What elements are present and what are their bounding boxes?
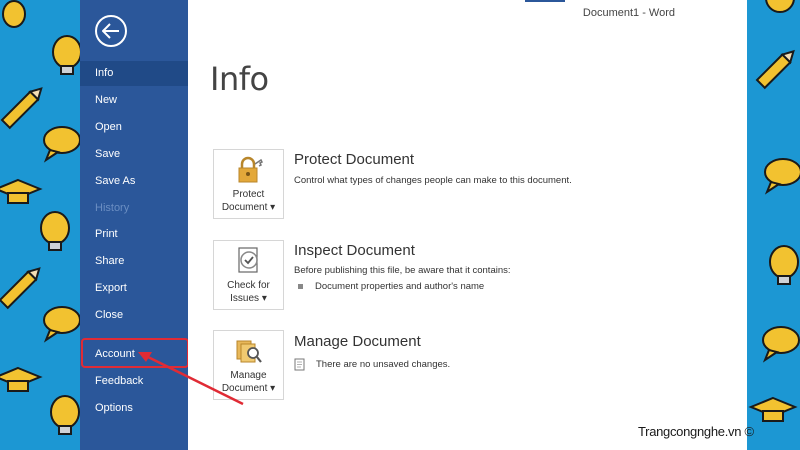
manage-document-title: Manage Document	[294, 333, 421, 350]
speech-bubble-icon	[762, 326, 800, 363]
nav-item-info[interactable]: Info	[80, 61, 188, 86]
tile-label-line1: Check for	[227, 280, 270, 291]
inspect-document-desc: Before publishing this file, be aware th…	[294, 265, 511, 276]
protect-document-button[interactable]: Protect Document ▾	[213, 149, 284, 219]
nav-item-save-as[interactable]: Save As	[80, 169, 188, 194]
manage-document-status: There are no unsaved changes.	[294, 358, 450, 371]
lightbulb-icon	[50, 395, 80, 435]
lightbulb-icon	[769, 245, 799, 285]
status-text: There are no unsaved changes.	[316, 359, 451, 370]
lock-key-icon	[238, 156, 263, 183]
bullet-text: Document properties and author's name	[315, 281, 485, 292]
lightbulb-icon	[765, 0, 795, 13]
speech-bubble-icon	[764, 158, 800, 195]
nav-item-close[interactable]: Close	[80, 303, 188, 328]
inspect-document-bullet: Document properties and author's name	[298, 281, 484, 292]
speech-bubble-icon	[43, 126, 80, 163]
manage-document-button[interactable]: Manage Document ▾	[213, 330, 284, 400]
inspect-document-title: Inspect Document	[294, 242, 415, 259]
tile-label-line2: Issues ▾	[230, 293, 267, 304]
background-pattern-right	[747, 0, 800, 450]
nav-item-print[interactable]: Print	[80, 222, 188, 247]
nav-item-open[interactable]: Open	[80, 115, 188, 140]
nav-item-new[interactable]: New	[80, 88, 188, 113]
backstage-nav: Info New Open Save Save As History Print…	[80, 0, 189, 450]
nav-item-options[interactable]: Options	[80, 396, 188, 421]
lightbulb-icon	[40, 211, 70, 251]
info-pane: Document1 - Word Info Protect Document ▾…	[188, 0, 747, 450]
checklist-icon	[237, 247, 258, 273]
documents-search-icon	[236, 340, 262, 363]
pencil-icon	[755, 49, 795, 90]
background-pattern-left	[0, 0, 80, 450]
graduation-cap-icon	[0, 366, 43, 392]
nav-item-share[interactable]: Share	[80, 249, 188, 274]
top-accent-bar	[525, 0, 565, 2]
tile-label-line1: Manage	[230, 370, 267, 381]
lightbulb-icon	[2, 0, 26, 28]
doodle-pattern	[748, 0, 800, 422]
nav-item-export[interactable]: Export	[80, 276, 188, 301]
protect-document-title: Protect Document	[294, 151, 415, 168]
account-highlight-box	[81, 338, 189, 368]
page-title: Info	[210, 60, 269, 98]
back-arrow-icon	[102, 23, 119, 39]
lightbulb-icon	[52, 35, 80, 75]
tile-label-line2: Document ▾	[221, 383, 276, 394]
protect-document-desc: Control what types of changes people can…	[294, 175, 572, 186]
speech-bubble-icon	[43, 306, 80, 343]
bullet-square-icon	[298, 284, 303, 289]
document-status-icon	[294, 358, 305, 371]
tile-label-line1: Protect	[232, 189, 265, 200]
window-title: Document1 - Word	[582, 7, 675, 19]
pencil-icon	[0, 87, 43, 130]
nav-item-history: History	[95, 202, 130, 214]
tile-label-line2: Document ▾	[221, 202, 276, 213]
doodle-pattern	[0, 0, 80, 435]
watermark: Trangcongnghe.vn ©	[638, 424, 754, 439]
nav-item-save[interactable]: Save	[80, 142, 188, 167]
nav-item-feedback[interactable]: Feedback	[80, 369, 188, 394]
check-for-issues-button[interactable]: Check for Issues ▾	[213, 240, 284, 310]
pencil-icon	[0, 267, 41, 310]
back-button[interactable]	[95, 15, 127, 47]
graduation-cap-icon	[748, 396, 798, 422]
graduation-cap-icon	[0, 178, 43, 204]
